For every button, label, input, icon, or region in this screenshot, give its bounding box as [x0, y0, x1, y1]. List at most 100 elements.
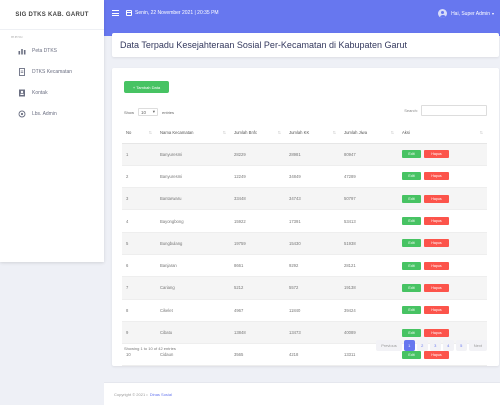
column-header-jumlah-bnfc[interactable]: Jumlah Bnfc ⇅ [230, 123, 285, 144]
actions-cell: Edit Hapus [398, 165, 487, 189]
edit-button[interactable]: Edit [402, 261, 421, 270]
delete-button[interactable]: Hapus [424, 217, 449, 226]
pagination: Previous 1 2 3 4 5 Next [374, 340, 487, 351]
table-cell: 51938 [340, 232, 398, 255]
column-header-jumlah-jiwa[interactable]: Jumlah Jiwa ⇅ [340, 123, 398, 144]
menu-toggle-icon[interactable] [112, 9, 119, 18]
user-dropdown[interactable]: Hai, Super Admin ▾ [438, 9, 494, 18]
footer-author-link[interactable]: Dinas Sosial [150, 392, 172, 397]
navbar-datetime: Senin, 22 November 2021 | 20:35 PM [135, 10, 219, 17]
edit-button[interactable]: Edit [402, 350, 421, 359]
actions-cell: Edit Hapus [398, 276, 487, 300]
table-cell: 15430 [285, 232, 340, 255]
user-name: Hai, Super Admin [451, 10, 490, 17]
table-row: 3 Bantarwaru 33448 34743 50797 Edit Hapus [122, 187, 487, 211]
table-header-row: No ⇅ Nama Kecamatan ⇅ Jumlah Bnfc ⇅ Jumlah … [122, 123, 487, 144]
table-cell: 8 [122, 299, 156, 322]
delete-button[interactable]: Hapus [424, 261, 449, 270]
table-search: Search: [404, 105, 487, 116]
table-cell: 47289 [340, 165, 398, 189]
column-header-no[interactable]: No ⇅ [122, 123, 156, 144]
table-cell: 19759 [230, 232, 285, 255]
table-cell: Bantarwaru [156, 187, 230, 211]
table-row: 8 Cikelet 4967 11840 39424 Edit Hapus [122, 299, 487, 322]
data-table: No ⇅ Nama Kecamatan ⇅ Jumlah Bnfc ⇅ Jumlah … [122, 123, 487, 367]
table-cell: 13473 [285, 321, 340, 345]
table-cell: 17391 [285, 209, 340, 233]
table-cell: 34743 [285, 187, 340, 211]
pagination-page-3[interactable]: 3 [429, 340, 441, 351]
sidebar-item-lbs-admin[interactable]: Lbs. Admin [0, 105, 104, 123]
sort-icon: ⇅ [277, 130, 281, 135]
edit-button[interactable]: Edit [402, 194, 421, 203]
delete-button[interactable]: Hapus [424, 283, 449, 292]
actions-cell: Edit Hapus [398, 187, 487, 211]
table-row: 4 Bayongbong 15922 17391 53413 Edit Hapus [122, 209, 487, 233]
pagination-page-4[interactable]: 4 [442, 340, 454, 351]
column-header-jumlah-kk[interactable]: Jumlah KK ⇅ [285, 123, 340, 144]
sidebar-item-dtks-kecamatan[interactable]: DTKS Kecamatan [0, 63, 104, 81]
contact-icon [18, 89, 26, 97]
chevron-down-icon: ▾ [152, 109, 156, 114]
show-label: Show [124, 109, 135, 115]
copyright-text: Copyright © 2021 • [114, 391, 148, 397]
delete-button[interactable]: Hapus [424, 150, 449, 159]
column-header-nama-kecamatan[interactable]: Nama Kecamatan ⇅ [156, 123, 230, 144]
table-cell: 13848 [230, 321, 285, 345]
avatar-icon [438, 9, 448, 18]
table-cell: 4967 [230, 299, 285, 322]
location-icon [18, 110, 26, 118]
pagination-previous[interactable]: Previous [376, 340, 402, 351]
table-cell: 5572 [285, 276, 340, 300]
delete-button[interactable]: Hapus [424, 194, 449, 203]
chart-icon [18, 47, 26, 55]
edit-button[interactable]: Edit [402, 306, 421, 315]
table-cell: 33448 [230, 187, 285, 211]
table-cell: 9 [122, 321, 156, 345]
pagination-page-5[interactable]: 5 [455, 340, 467, 351]
top-navbar [104, 0, 500, 36]
pagination-next[interactable]: Next [468, 340, 487, 351]
edit-button[interactable]: Edit [402, 328, 421, 337]
delete-button[interactable]: Hapus [424, 350, 449, 359]
table-cell: 7 [122, 276, 156, 300]
edit-button[interactable]: Edit [402, 172, 421, 181]
table-row: 5 Bungbulang 19759 15430 51938 Edit Hapus [122, 232, 487, 255]
pagination-page-2[interactable]: 2 [416, 340, 428, 351]
edit-button[interactable]: Edit [402, 217, 421, 226]
delete-button[interactable]: Hapus [424, 239, 449, 248]
search-input[interactable] [421, 105, 487, 116]
table-cell: 28121 [340, 254, 398, 278]
delete-button[interactable]: Hapus [424, 328, 449, 337]
table-cell: Cikelet [156, 299, 230, 322]
table-cell: Bayongbong [156, 209, 230, 233]
sidebar-item-label: Peta DTKS [32, 48, 58, 54]
sort-icon: ⇅ [390, 130, 394, 135]
edit-button[interactable]: Edit [402, 239, 421, 248]
table-cell: 34849 [285, 165, 340, 189]
menu-header: menu [11, 34, 24, 39]
actions-cell: Edit Hapus [398, 232, 487, 255]
brand-title[interactable]: SIG DTKS KAB. GARUT [0, 0, 104, 30]
sidebar-item-peta-dtks[interactable]: Peta DTKS [0, 42, 104, 60]
add-data-button[interactable]: + Tambah Data [124, 81, 169, 93]
edit-button[interactable]: Edit [402, 150, 421, 159]
table-info: Showing 1 to 10 of 42 entries [124, 346, 176, 351]
delete-button[interactable]: Hapus [424, 306, 449, 315]
table-body: 1 Banyuresmi 28229 28981 80947 Edit Hapus 2 Bany… [122, 143, 487, 367]
delete-button[interactable]: Hapus [424, 172, 449, 181]
calendar-icon [126, 10, 132, 17]
sidebar-item-kontak[interactable]: Kontak [0, 84, 104, 102]
table-cell: Cariang [156, 276, 230, 300]
table-cell: 11840 [285, 299, 340, 322]
table-cell: Banyuresmi [156, 165, 230, 189]
table-cell: 12249 [230, 165, 285, 189]
pagination-page-1[interactable]: 1 [403, 340, 415, 351]
edit-button[interactable]: Edit [402, 283, 421, 292]
entries-select[interactable]: 10 ▾ [138, 108, 159, 116]
sort-icon: ⇅ [479, 130, 483, 135]
column-header-aksi[interactable]: Aksi ⇅ [398, 123, 487, 144]
sort-icon: ⇅ [222, 130, 226, 135]
table-cell: 50797 [340, 187, 398, 211]
table-cell: 3565 [230, 343, 285, 367]
